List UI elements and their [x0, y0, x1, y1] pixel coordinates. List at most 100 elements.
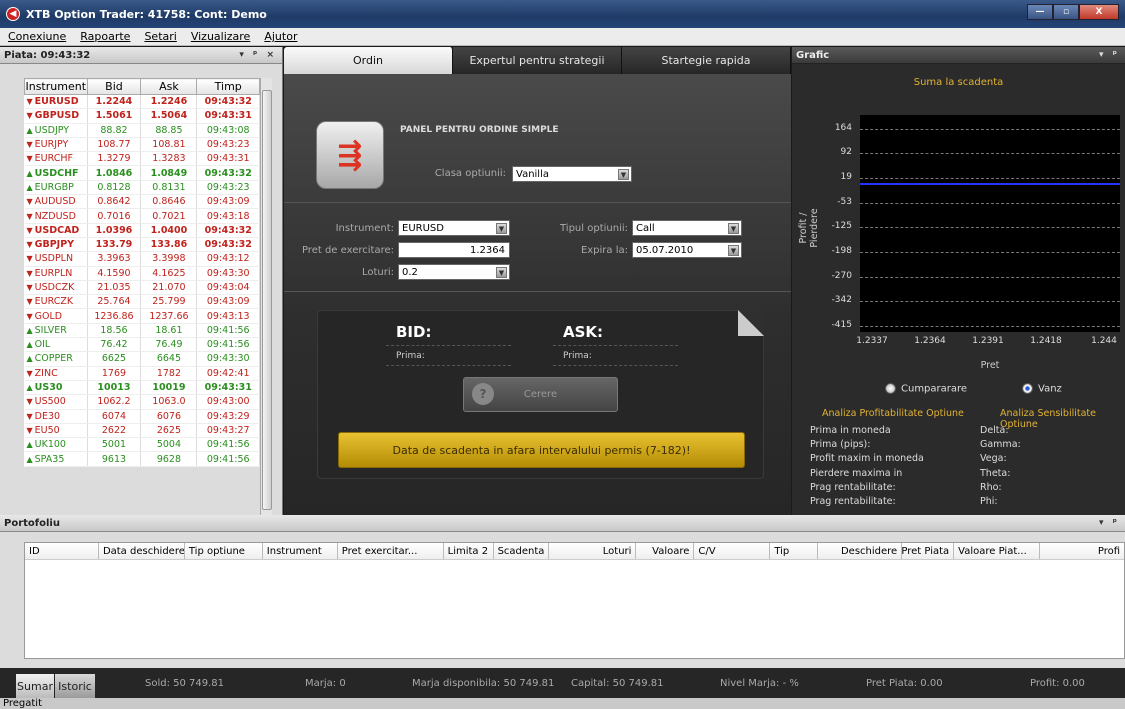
market-row[interactable]: ▼ DE30 6074 6076 09:43:29 — [24, 409, 260, 424]
col-instrument[interactable]: Instrument — [24, 78, 88, 95]
instrument-cell: ▼ EURCHF — [24, 151, 88, 167]
market-row[interactable]: ▲ UK100 5001 5004 09:41:56 — [24, 437, 260, 453]
col-cv[interactable]: C/V — [694, 543, 771, 559]
menu-rapoarte[interactable]: Rapoarte — [80, 30, 130, 43]
market-row[interactable]: ▲ USDCHF 1.0846 1.0849 09:43:32 — [24, 165, 260, 181]
arrow-down-icon: ▼ — [26, 240, 33, 250]
market-row[interactable]: ▼ USDPLN 3.3963 3.3998 09:43:12 — [24, 251, 260, 267]
market-row[interactable]: ▼ EURPLN 4.1590 4.1625 09:43:30 — [24, 266, 260, 281]
pret-input[interactable]: 1.2364 — [398, 242, 510, 258]
col-loturi[interactable]: Loturi — [549, 543, 637, 559]
col-scadenta[interactable]: Scadenta — [494, 543, 549, 559]
market-row[interactable]: ▼ GBPJPY 133.79 133.86 09:43:32 — [24, 237, 260, 253]
bid-cell-text: 0.7016 — [97, 210, 131, 222]
chevron-down-icon[interactable]: ▼ — [618, 169, 629, 180]
chevron-down-icon[interactable]: ▼ — [728, 223, 739, 234]
instrument-cell-text: GBPJPY — [34, 239, 75, 251]
arrow-up-icon: ▲ — [26, 182, 33, 192]
col-timp[interactable]: Timp — [196, 78, 260, 95]
chart-title: Suma la scadenta — [913, 77, 1004, 88]
market-panel: Piata: 09:43:32 ▾ ᵖ × Instrument Bid Ask… — [0, 47, 283, 518]
col-tip[interactable]: Tip — [770, 543, 819, 559]
market-row[interactable]: ▲ SPA35 9613 9628 09:41:56 — [24, 451, 260, 467]
bid-cell: 5001 — [87, 437, 142, 453]
market-row[interactable]: ▲ OIL 76.42 76.49 09:41:56 — [24, 337, 260, 353]
market-row[interactable]: ▲ EURGBP 0.8128 0.8131 09:43:23 — [24, 180, 260, 196]
tab-ordin[interactable]: Ordin — [284, 47, 453, 74]
col-pret-piata[interactable]: Pret Piata — [902, 543, 955, 559]
menu-ajutor[interactable]: Ajutor — [264, 30, 297, 43]
panel-pin-icons[interactable]: ▾ ᵖ × — [239, 50, 277, 60]
instrument-value: EURUSD — [402, 222, 444, 234]
menu-setari[interactable]: Setari — [144, 30, 176, 43]
market-row[interactable]: ▲ SILVER 18.56 18.61 09:41:56 — [24, 323, 260, 339]
instrument-select[interactable]: EURUSD ▼ — [398, 220, 510, 236]
market-row[interactable]: ▼ ZINC 1769 1782 09:42:41 — [24, 366, 260, 381]
ask-cell-text: 108.81 — [152, 139, 186, 151]
scroll-thumb[interactable] — [262, 90, 272, 510]
time-cell: 09:41:56 — [196, 337, 260, 353]
menu-vizualizare[interactable]: Vizualizare — [191, 30, 251, 43]
col-pret-exercitare[interactable]: Pret exercitar... — [338, 543, 444, 559]
time-cell: 09:43:32 — [196, 165, 260, 181]
portfolio-header: Portofoliu ▾ ᵖ — [0, 515, 1125, 532]
menu-conexiune[interactable]: Conexiune — [8, 30, 66, 43]
tip-select[interactable]: Call ▼ — [632, 220, 742, 236]
arrow-up-icon: ▲ — [26, 383, 33, 393]
col-bid[interactable]: Bid — [86, 78, 142, 95]
market-row[interactable]: ▼ EURCHF 1.3279 1.3283 09:43:31 — [24, 151, 260, 167]
tab-expert[interactable]: Expertul pentru strategii — [453, 47, 622, 74]
chevron-down-icon[interactable]: ▼ — [496, 267, 507, 278]
market-row[interactable]: ▲ USDJPY 88.82 88.85 09:43:08 — [24, 123, 260, 138]
arrow-down-icon: ▼ — [26, 283, 33, 292]
loturi-stepper[interactable]: 0.2 ▼ — [398, 264, 510, 280]
market-row[interactable]: ▼ USDCAD 1.0396 1.0400 09:43:32 — [24, 223, 260, 238]
expira-date-picker[interactable]: 05.07.2010 ▼ — [632, 242, 742, 258]
page-fold-icon — [738, 310, 764, 336]
market-row[interactable]: ▼ US500 1062.2 1063.0 09:43:00 — [24, 394, 260, 410]
calendar-dropdown-icon[interactable]: ▼ — [728, 245, 739, 256]
instrument-cell-text: EURCZK — [34, 296, 74, 308]
col-id[interactable]: ID — [25, 543, 99, 559]
tab-strategie-rapida[interactable]: Startegie rapida — [622, 47, 791, 74]
chevron-down-icon[interactable]: ▼ — [496, 223, 507, 234]
tab-istoric[interactable]: Istoric — [55, 674, 95, 698]
chart-xlabel: Pret — [980, 360, 1000, 371]
col-valoare[interactable]: Valoare — [636, 543, 695, 559]
minimize-button[interactable]: — — [1027, 4, 1053, 20]
y-tick-label: -198 — [831, 246, 852, 257]
market-row[interactable]: ▼ EU50 2622 2625 09:43:27 — [24, 423, 260, 439]
market-row[interactable]: ▼ GOLD 1236.86 1237.66 09:43:13 — [24, 308, 260, 324]
clasa-select[interactable]: Vanilla ▼ — [512, 166, 632, 182]
col-valoare-piata[interactable]: Valoare Piat... — [954, 543, 1041, 559]
col-data-deschidere[interactable]: Data deschidere — [99, 543, 185, 559]
maximize-button[interactable]: ▫ — [1053, 4, 1079, 20]
col-deschidere[interactable]: Deschidere — [818, 543, 903, 559]
col-limita-2[interactable]: Limita 2 — [444, 543, 494, 559]
market-row[interactable]: ▼ NZDUSD 0.7016 0.7021 09:43:18 — [24, 208, 260, 224]
market-row[interactable]: ▲ US30 10013 10019 09:43:31 — [24, 380, 260, 396]
tab-sumar[interactable]: Sumar — [16, 674, 54, 698]
cerere-button[interactable]: ? Cerere — [463, 377, 618, 412]
col-tip-optiune[interactable]: Tip optiune — [185, 543, 263, 559]
portfolio-panel: Portofoliu ▾ ᵖ ID Data deschidere Tip op… — [0, 515, 1125, 668]
market-row[interactable]: ▼ AUDUSD 0.8642 0.8646 09:43:09 — [24, 194, 260, 210]
radio-vanz[interactable]: Vanz — [1022, 383, 1062, 395]
market-row[interactable]: ▼ GBPUSD 1.5061 1.5064 09:43:31 — [24, 108, 260, 124]
panel-pin-icons[interactable]: ▾ ᵖ — [1099, 518, 1120, 528]
bid-cell: 1.5061 — [87, 108, 142, 124]
col-profit[interactable]: Profi — [1040, 543, 1124, 559]
market-row[interactable]: ▲ COPPER 6625 6645 09:43:30 — [24, 351, 260, 367]
close-button[interactable]: X — [1079, 4, 1119, 20]
col-ask[interactable]: Ask — [140, 78, 198, 95]
divider — [284, 202, 791, 203]
market-row[interactable]: ▼ EURUSD 1.2244 1.2246 09:43:32 — [24, 94, 260, 110]
market-row[interactable]: ▼ EURJPY 108.77 108.81 09:43:23 — [24, 137, 260, 153]
market-scrollbar[interactable] — [260, 78, 272, 518]
grid-line — [860, 301, 1120, 303]
panel-pin-icons[interactable]: ▾ ᵖ — [1099, 50, 1120, 60]
market-row[interactable]: ▼ EURCZK 25.764 25.799 09:43:09 — [24, 294, 260, 310]
col-instrument[interactable]: Instrument — [263, 543, 338, 559]
market-row[interactable]: ▼ USDCZK 21.035 21.070 09:43:04 — [24, 280, 260, 296]
radio-cumparare[interactable]: Cumpararare — [885, 383, 967, 395]
